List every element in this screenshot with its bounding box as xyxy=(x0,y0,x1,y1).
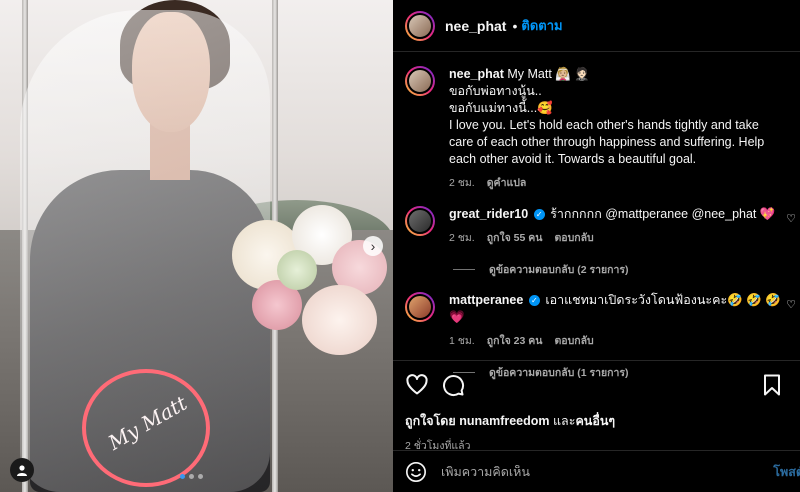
avatar[interactable] xyxy=(405,66,435,96)
post-actions: ถูกใจโดย nunamfreedom และคนอื่นๆ 2 ชั่วโ… xyxy=(393,360,800,454)
avatar[interactable] xyxy=(405,10,435,41)
caption-meta: 2 ชม. ดูคำแปล xyxy=(449,175,779,192)
avatar[interactable] xyxy=(405,292,435,322)
tagged-users-button[interactable] xyxy=(10,458,34,482)
header-separator: • xyxy=(512,17,518,34)
carousel-dots xyxy=(180,474,203,479)
add-comment-bar: โพสต์ xyxy=(393,450,800,492)
post-details-panel: nee_phat • ติดตาม nee_phat My Matt 👰🏼 🤵🏻… xyxy=(393,0,800,492)
verified-badge-icon: ✓ xyxy=(528,295,540,307)
view-replies-label: ดูข้อความตอบกลับ (2 รายการ) xyxy=(489,264,629,276)
caption-line-3: ขอกับแม่ทางนี้...🥰 xyxy=(449,101,553,115)
carousel-dot xyxy=(198,474,203,479)
action-icons xyxy=(405,373,788,397)
avatar[interactable] xyxy=(405,206,435,236)
like-comment-heart-icon[interactable]: ♡ xyxy=(786,212,796,225)
liked-by-user[interactable]: nunamfreedom xyxy=(459,414,549,428)
verified-badge-icon: ✓ xyxy=(533,209,545,221)
caption-time[interactable]: 2 ชม. xyxy=(449,175,475,192)
caption-line-1: nee_phat My Matt 👰🏼 🤵🏻 xyxy=(449,66,779,83)
photo-bouquet xyxy=(222,200,392,370)
comment-input[interactable] xyxy=(441,464,741,479)
like-comment-heart-icon[interactable]: ♡ xyxy=(786,298,796,311)
comment-meta: 1 ชม. ถูกใจ 23 คน ตอบกลับ xyxy=(449,333,788,350)
comments-section: nee_phat My Matt 👰🏼 🤵🏻 ขอกับพ่อทางนู้น..… xyxy=(393,52,800,381)
liked-by: ถูกใจโดย nunamfreedom และคนอื่นๆ xyxy=(405,411,788,431)
follow-button[interactable]: ติดตาม xyxy=(521,15,562,36)
translate-button[interactable]: ดูคำแปล xyxy=(487,175,527,192)
caption-username[interactable]: nee_phat xyxy=(449,67,504,81)
chevron-right-icon: › xyxy=(370,238,376,254)
user-icon xyxy=(17,465,27,476)
caption-line-2: ขอกับพ่อทางนู้น.. xyxy=(449,84,542,98)
next-photo-button[interactable]: › xyxy=(363,236,383,256)
heart-icon[interactable] xyxy=(405,373,429,397)
replies-divider xyxy=(453,269,475,270)
caption: nee_phat My Matt 👰🏼 🤵🏻 ขอกับพ่อทางนู้น..… xyxy=(405,60,788,192)
carousel-dot xyxy=(189,474,194,479)
post-header: nee_phat • ติดตาม xyxy=(393,0,800,52)
liked-by-prefix: ถูกใจโดย xyxy=(405,414,456,428)
liked-by-and: และ xyxy=(553,414,576,428)
comment-likes[interactable]: ถูกใจ 55 คน xyxy=(487,230,543,247)
comment-username[interactable]: great_rider10 xyxy=(449,207,528,221)
caption-title: My Matt 👰🏼 🤵🏻 xyxy=(507,67,590,81)
liked-by-others[interactable]: คนอื่นๆ xyxy=(575,414,615,428)
reply-button[interactable]: ตอบกลับ xyxy=(554,230,593,247)
comment: great_rider10 ✓ ร้ากกกกก @mattperanee @n… xyxy=(405,206,796,247)
carousel-dot xyxy=(180,474,185,479)
reply-button[interactable]: ตอบกลับ xyxy=(554,333,593,350)
comment-likes[interactable]: ถูกใจ 23 คน xyxy=(487,333,543,350)
comment-time[interactable]: 1 ชม. xyxy=(449,333,475,350)
comment-text: ร้ากกกกก @mattperanee @nee_phat 💖 xyxy=(550,207,776,221)
comment-icon[interactable] xyxy=(441,373,465,397)
comment-meta: 2 ชม. ถูกใจ 55 คน ตอบกลับ xyxy=(449,230,788,247)
emoji-icon[interactable] xyxy=(405,461,427,483)
view-replies-button[interactable]: ดูข้อความตอบกลับ (2 รายการ) xyxy=(453,261,788,278)
bookmark-icon[interactable] xyxy=(760,373,784,397)
caption-line-4: I love you. Let's hold each other's hand… xyxy=(449,118,765,166)
comment-time[interactable]: 2 ชม. xyxy=(449,230,475,247)
comment-username[interactable]: mattperanee xyxy=(449,293,523,307)
comment: mattperanee ✓ เอาแชทมาเปิดระวังโดนฟ้องนะ… xyxy=(405,292,796,350)
post-photo[interactable]: My Matt › xyxy=(0,0,393,492)
post-comment-button[interactable]: โพสต์ xyxy=(773,462,800,482)
post-username[interactable]: nee_phat xyxy=(445,18,506,34)
